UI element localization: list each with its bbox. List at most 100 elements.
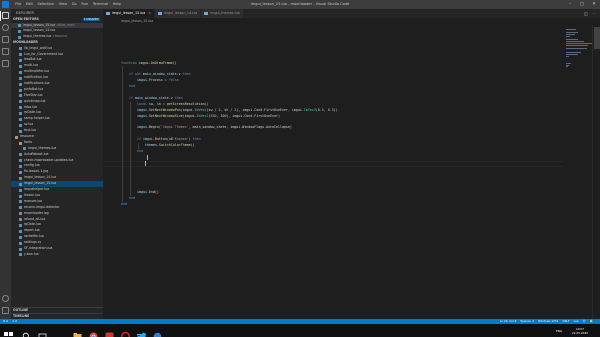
menu-run[interactable]: Run [79,0,91,9]
tab-close-icon[interactable]: × [148,11,151,15]
file-icon [19,194,22,198]
minimap-line [566,34,575,35]
menu-file[interactable]: File [13,0,24,9]
chrome-icon[interactable] [89,326,98,337]
lua-file-icon [18,29,21,33]
active-indicator [0,11,1,21]
vscode-taskbar-icon[interactable] [137,326,146,337]
code-line: end [121,202,127,208]
code-token: function [121,60,139,65]
file-icon [19,59,22,63]
close-button[interactable]: ✕ [588,0,600,9]
extensions-icon[interactable] [2,60,9,67]
file-icon [23,147,26,151]
code-token: (imgui. [182,113,197,118]
code-token: ), imgui.Cond.FirstUseEver, imgui. [236,107,304,112]
editor-tab[interactable]: imgui_themes.lua [201,9,244,18]
open-editor-item[interactable]: imgui_themes.lua resource [11,34,103,40]
minimap-line [566,55,569,57]
scrollbar-thumb[interactable] [594,27,600,49]
code-token: themes [145,143,157,148]
code-line: function imgui.OnDrawFrame() [121,61,177,67]
file-icon [19,112,22,116]
code-token: ImVec2 [303,107,316,112]
file-icon [19,76,22,80]
code-token: SetNextWindowPos [148,107,181,112]
lua-file-icon [204,12,208,15]
minimize-button[interactable]: – [564,0,576,9]
window-controls: – □ ✕ [564,0,600,9]
account-icon[interactable] [2,295,9,302]
maximize-button[interactable]: □ [576,0,588,9]
file-icon [19,88,22,92]
editor-scrollbar[interactable] [592,25,600,319]
start-icon[interactable] [4,326,13,336]
code-token: imgui [142,137,153,142]
file-icon [19,159,22,163]
code-token: false [168,78,179,83]
file-icon [19,117,22,121]
code-token: imgui [137,107,147,112]
clock[interactable]: 19:07 22.05.2020 [572,327,588,335]
file-icon [19,82,22,86]
editor-tab[interactable]: imgui_lesson_15.lua × [103,9,156,18]
file-icon [19,170,22,174]
tab-label: imgui_themes.lua [210,11,240,15]
code-token: () [154,190,159,195]
code-token: ), imgui.Cond.FirstUseEver) [226,113,281,118]
code-token: ImVec2 [196,113,209,118]
app-icon-2[interactable] [153,326,162,337]
file-explorer-icon[interactable] [73,326,82,337]
code-editor[interactable]: function imgui.OnDrawFrame() if not main_… [103,25,600,319]
file-name: imgui_lesson_14.lua [23,28,56,33]
menu-help[interactable]: Help [110,0,123,9]
search-taskbar-icon[interactable] [22,326,31,337]
menu-view[interactable]: View [56,0,69,9]
search-icon[interactable] [2,24,9,31]
outline-section[interactable]: OUTLINE [11,307,103,313]
file-name: imgui_lesson_15.lua [23,22,56,27]
file-icon [19,70,22,74]
code-line: imgui.Process = false [137,78,179,84]
indent-guide [122,66,123,203]
split-editor-icon[interactable]: ◫ [582,9,590,18]
more-actions-icon[interactable]: ⋯ [590,9,598,18]
minimap-line [566,35,570,37]
editor-actions: ◫ ⋯ [582,9,598,18]
code-token: 'Кнопка' [172,137,189,142]
lua-file-icon [106,12,110,15]
menu-terminal[interactable]: Terminal [91,0,111,9]
language-indicator[interactable]: ENG [556,329,562,333]
file-icon [19,229,22,233]
open-editors-label: OPEN EDITORS [13,17,39,21]
lua-file-icon [158,12,162,15]
breadcrumb[interactable]: imgui_lesson_15.lua [103,18,600,25]
code-token: main_window_state [142,72,177,77]
code-token: end [129,84,135,89]
settings-gear-icon[interactable] [2,307,9,314]
minimap-line [566,28,576,30]
file-icon [19,47,22,51]
run-debug-icon[interactable] [2,48,9,55]
editor-tab[interactable]: imgui_lesson_14.lua [155,9,202,18]
open-editors-list: imgui_lesson_15.lua other_mod imgui_lesson… [11,22,103,41]
source-control-icon[interactable] [2,36,9,43]
explorer-icon[interactable] [2,12,9,19]
explorer-title: EXPLORER [16,11,34,15]
opera-icon[interactable] [121,326,130,337]
minimap[interactable] [564,25,593,85]
menu-go[interactable]: Go [69,0,79,9]
tab-label: imgui_lesson_15.lua [112,11,146,15]
file-icon [19,241,22,245]
file-icon [19,64,22,68]
code-line: themes.SwitchColorTheme() [145,143,195,149]
app-icon[interactable] [105,326,114,337]
timeline-section[interactable]: TIMELINE [11,313,103,319]
file-item[interactable]: y-box.lua [11,252,103,258]
menu-selection[interactable]: Selection [35,0,56,9]
file-folder-hint: resource [53,34,68,39]
code-token: , sh / [220,107,235,112]
text-cursor [145,161,146,167]
task-view-icon[interactable] [38,326,47,337]
menu-edit[interactable]: Edit [24,0,36,9]
